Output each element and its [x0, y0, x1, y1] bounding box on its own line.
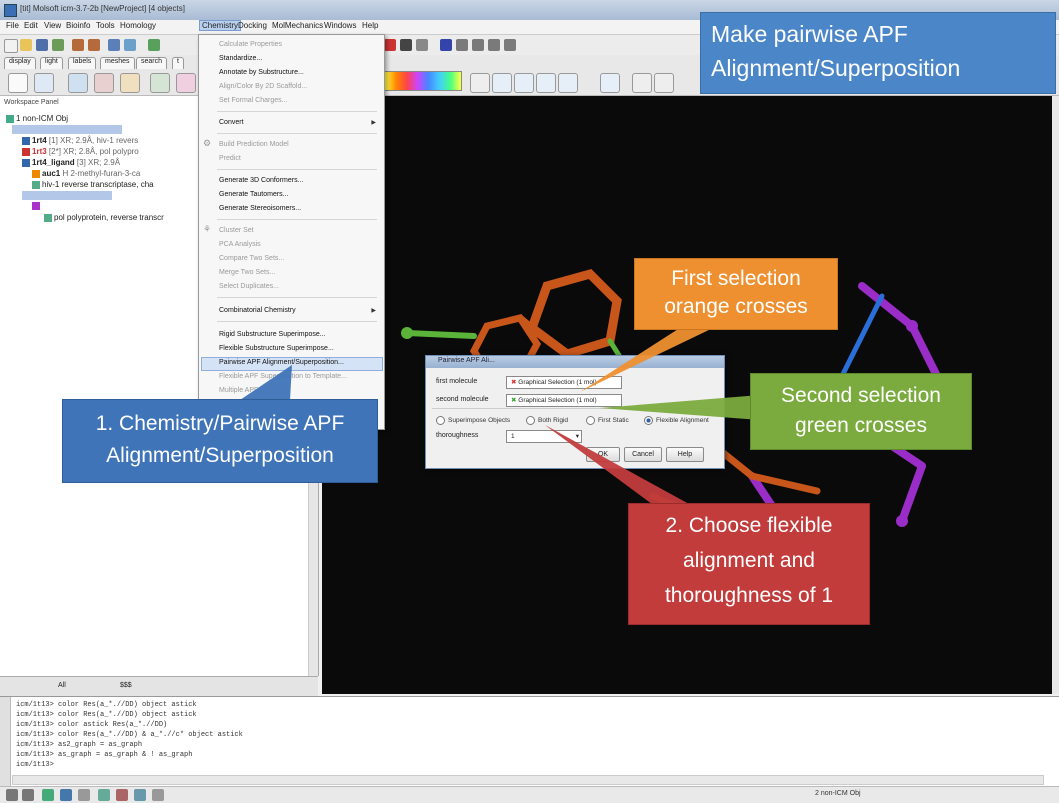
red-pointer — [545, 425, 700, 510]
callout-line: thoroughness of 1 — [664, 584, 834, 607]
blue-pointer — [240, 365, 292, 400]
step1-callout: 1. Chemistry/Pairwise APF Alignment/Supe… — [62, 399, 378, 483]
callout-line: Alignment/Superposition — [106, 444, 334, 467]
second-selection-callout: Second selection green crosses — [750, 373, 972, 450]
green-pointer — [600, 395, 760, 420]
callout-line: alignment and — [683, 549, 815, 572]
callout-line: green crosses — [795, 414, 927, 437]
callout-line: 1. Chemistry/Pairwise APF — [95, 412, 345, 435]
title-callout: Make pairwise APF Alignment/Superpositio… — [700, 12, 1056, 94]
callout-line: First selection — [671, 267, 801, 290]
step2-callout: 2. Choose flexible alignment and thoroug… — [628, 503, 870, 625]
title-callout-line: Make pairwise APF — [711, 21, 908, 47]
callout-line: Second selection — [781, 384, 941, 407]
first-selection-callout: First selection orange crosses — [634, 258, 838, 330]
title-callout-line: Alignment/Superposition — [711, 55, 961, 81]
callout-line: orange crosses — [664, 295, 808, 318]
callout-line: 2. Choose flexible — [665, 514, 833, 537]
